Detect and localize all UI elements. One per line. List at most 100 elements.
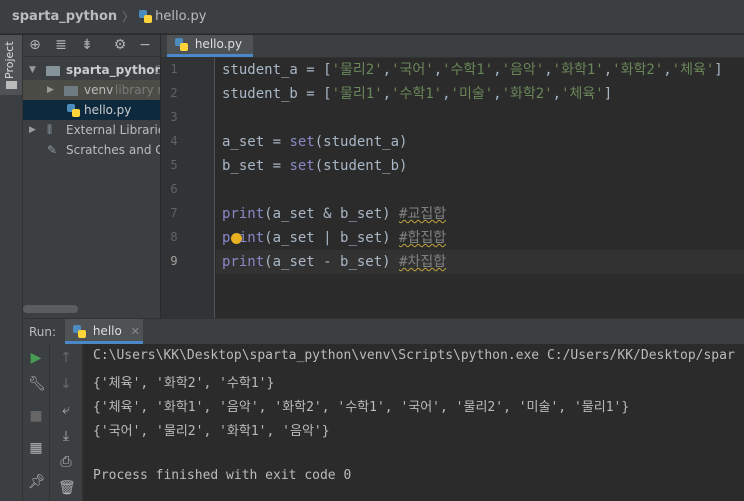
code-string: '화학2' [612,62,664,78]
folder-icon [6,81,17,89]
code-string: '물리1' [331,86,383,102]
code-string: '체육' [671,62,715,78]
code-text: , [552,86,562,102]
breadcrumb-project[interactable]: sparta_python [12,9,117,24]
code-text: , [382,62,392,78]
code-string: '물리2' [331,62,383,78]
stop-icon[interactable]: ■ [28,408,44,424]
code-text: , [493,62,502,78]
soft-wrap-icon[interactable]: ⤶ [58,402,74,418]
folder-icon [64,86,78,96]
code-string: '화학1' [552,62,604,78]
line-number: 1 [170,62,178,76]
scratches-icon: ✎ [47,143,58,157]
library-icon: ⫼ [47,123,53,136]
pin-icon[interactable]: 📌︎ [28,474,46,490]
code-text: , [544,62,553,78]
gutter-empty-area [161,290,215,318]
tree-item-scratches[interactable]: ✎ Scratches and Co [23,140,160,160]
line-number: 6 [170,182,178,196]
project-tool-tab-label: Project [3,41,16,79]
code-string: '미술' [450,86,494,102]
editor-tab-bar: hello.py ✕ [161,35,744,70]
code-line: print(a_set & b_set) #교집합 [222,202,446,226]
code-text: , [433,62,443,78]
python-file-icon [175,38,188,51]
folder-icon [46,66,60,76]
wrench-icon[interactable]: 🔧︎ [28,376,46,392]
code-string: '수학1' [442,62,494,78]
scroll-to-end-icon[interactable]: ⤓ [58,428,74,444]
code-text: (student_b) [314,158,408,174]
gear-icon[interactable]: ⚙ [112,37,128,53]
code-line: b_set = set(student_b) [222,154,407,178]
breadcrumb-file[interactable]: hello.py [155,9,206,24]
line-number: 4 [170,134,178,148]
code-text: ] [714,62,723,78]
tree-horizontal-scrollbar[interactable] [23,305,78,313]
code-editor[interactable]: student_a = ['물리2','국어','수학1','음악','화학1'… [216,58,744,290]
layout-icon[interactable]: ▦ [28,440,44,456]
run-console-output[interactable]: C:\Users\KK\Desktop\sparta_python\venv\S… [83,344,744,501]
editor-empty-area[interactable] [216,290,744,318]
code-text: , [442,86,451,102]
code-builtin: int [238,230,265,246]
expand-all-icon[interactable]: ≣ [53,37,69,53]
project-tool-tab[interactable]: Project [0,35,22,95]
line-number: 5 [170,158,178,172]
editor-tab-hello-py[interactable]: hello.py ✕ [167,35,253,70]
tree-item-note: library ro [115,83,160,97]
python-file-icon [73,325,86,338]
rerun-icon[interactable]: ▶ [28,350,44,366]
code-comment: #합집합 [399,230,447,246]
python-file-icon [67,104,80,117]
trash-icon[interactable]: 🗑︎ [58,480,76,496]
code-comment: #교집합 [399,206,447,222]
editor-tab-label: hello.py [194,37,243,51]
code-string: '수학1' [391,86,443,102]
tree-item-external-libraries[interactable]: ▶ ⫼ External Libraries [23,120,160,140]
line-number: 3 [170,110,178,124]
collapsed-arrow-icon[interactable]: ▶ [29,120,36,140]
console-line: C:\Users\KK\Desktop\sparta_python\venv\S… [93,348,735,363]
code-builtin: set [289,134,315,150]
tree-item-label: External Libraries [66,123,160,137]
run-tab-hello[interactable]: hello ✕ [65,319,143,344]
line-number-gutter: 1 2 3 4 5 6 7 8 9 [161,58,215,290]
tree-item-hello-py[interactable]: hello.py [23,100,160,120]
code-comment: #차집합 [399,254,447,270]
left-tool-stripe [0,35,23,501]
code-line: a_set = set(student_a) [222,130,407,154]
code-text: (a_set | b_set) [264,230,400,246]
line-number: 7 [170,206,178,220]
close-icon[interactable]: ✕ [131,325,140,338]
print-icon[interactable]: ⎙ [58,454,74,470]
expanded-arrow-icon[interactable]: ▼ [29,60,36,80]
python-file-icon [139,10,153,23]
tree-item-project-root[interactable]: ▼ sparta_python C [23,60,160,80]
console-line: {'체육', '화학1', '음악', '화학2', '수학1', '국어', … [93,400,630,415]
code-text: , [382,86,392,102]
code-line: print(a_set - b_set) #차집합 [216,250,744,274]
code-line: student_b = ['물리1','수학1','미술','화학2','체육'… [222,82,612,106]
navigation-bar: sparta_python 〉 hello.py [0,0,744,34]
code-string: '국어' [391,62,434,78]
code-text: student_a = [ [222,62,332,78]
collapsed-arrow-icon[interactable]: ▶ [47,80,54,100]
locate-file-icon[interactable]: ⊕ [27,37,43,53]
project-tree: ▼ sparta_python C ▶ venv library ro hell… [23,57,160,318]
line-number: 9 [170,254,178,268]
code-builtin: print [222,254,265,270]
code-line: print(a_set | b_set) #합집합 [222,226,446,250]
tree-item-label: Scratches and Co [66,143,160,157]
project-panel-toolbar: ⊕ ≣ ⇟ ⚙ − [23,35,160,57]
arrow-down-icon[interactable]: ↓ [58,376,74,392]
console-line: {'국어', '물리2', '화학1', '음악'} [93,424,330,439]
code-line: student_a = ['물리2','국어','수학1','음악','화학1'… [222,58,723,82]
arrow-up-icon[interactable]: ↑ [58,350,74,366]
hide-panel-icon[interactable]: − [137,37,153,53]
tree-item-venv[interactable]: ▶ venv library ro [23,80,160,100]
collapse-all-icon[interactable]: ⇟ [79,37,95,53]
code-string: '화학2' [501,86,553,102]
run-tab-label: hello [92,324,122,338]
